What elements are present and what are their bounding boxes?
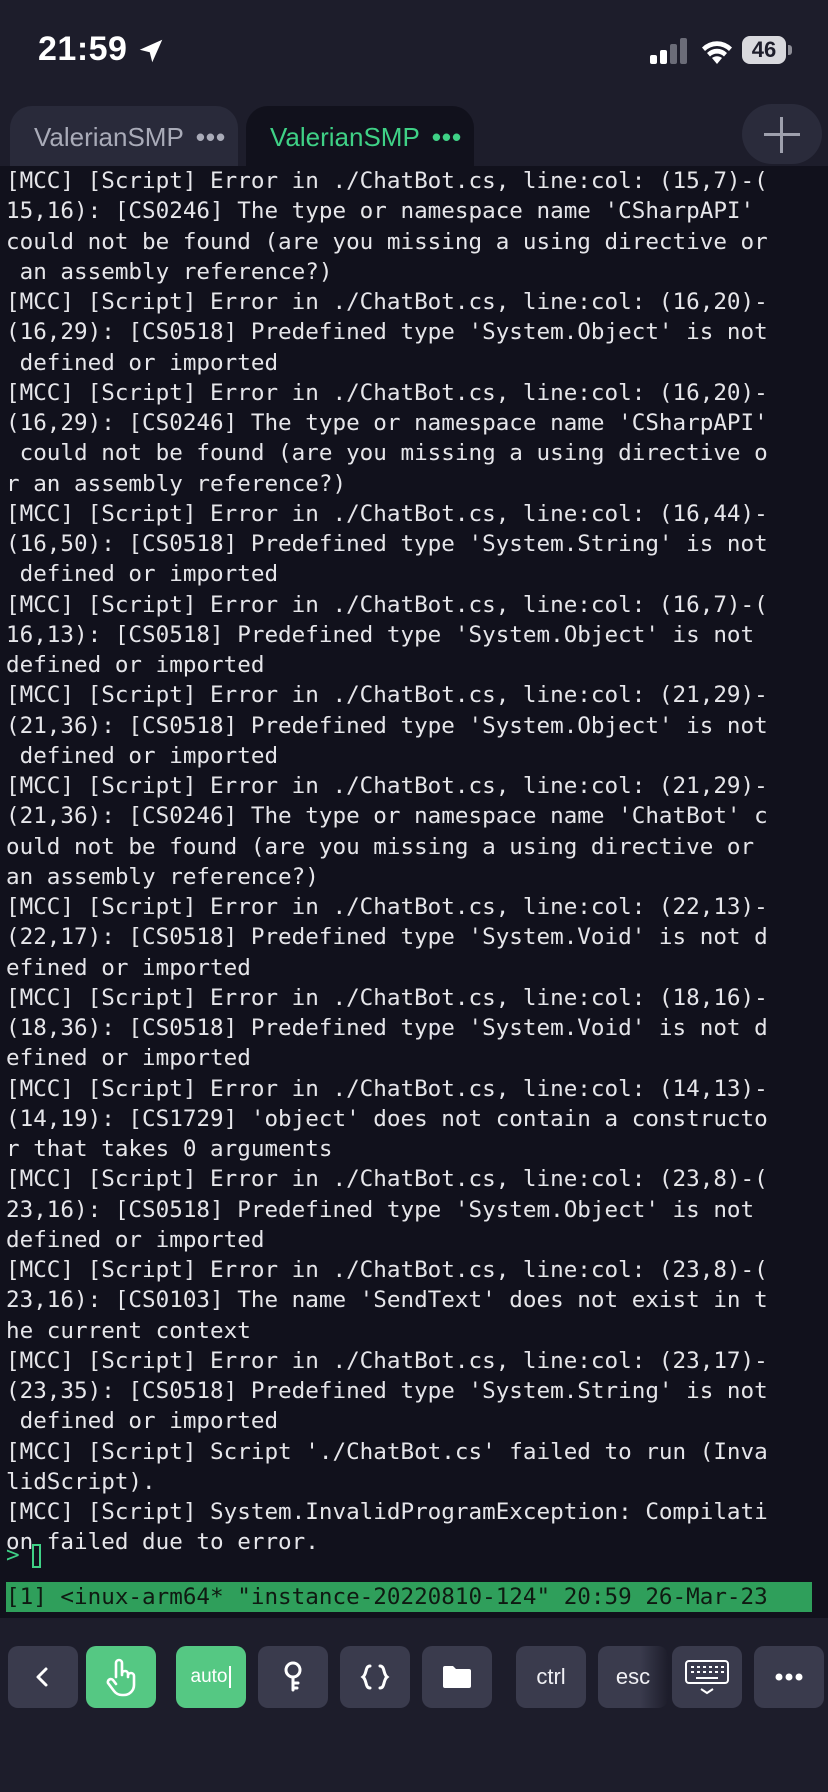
terminal-line: an assembly reference?) — [6, 258, 333, 285]
terminal-line: (16,50): [CS0518] Predefined type 'Syste… — [6, 531, 768, 557]
tab-menu-icon[interactable]: ••• — [432, 122, 462, 152]
terminal-line: (21,36): [CS0246] The type or namespace … — [6, 803, 768, 830]
terminal-line: [MCC] [Script] Error in ./ChatBot.cs, li… — [6, 682, 768, 709]
terminal-line: r that takes 0 arguments — [6, 1136, 333, 1162]
terminal-line: 23,16): [CS0103] The name 'SendText' doe… — [6, 1287, 768, 1314]
auto-key[interactable]: auto — [176, 1646, 246, 1708]
esc-key-label: esc — [615, 1664, 651, 1689]
terminal-line: (14,19): [CS1729] 'object' does not cont… — [6, 1105, 768, 1132]
terminal-line: [MCC] [Script] Error in ./ChatBot.cs, li… — [6, 1075, 768, 1102]
cellular-signal-icon — [650, 38, 687, 64]
terminal-line: [MCC] [Script] Error in ./ChatBot.cs, li… — [6, 289, 768, 315]
terminal-line: [MCC] [Script] Error in ./ChatBot.cs, li… — [6, 591, 768, 618]
terminal-line: (21,36): [CS0518] Predefined type 'Syste… — [6, 712, 768, 739]
key-toolbar: auto ctrl esc — [0, 1618, 828, 1792]
add-tab-button[interactable] — [742, 104, 822, 164]
terminal-line: lidScript). — [6, 1468, 156, 1495]
wifi-icon — [702, 41, 732, 64]
chevron-left-icon — [36, 1667, 48, 1687]
terminal-line: [MCC] [Script] Error in ./ChatBot.cs, li… — [6, 379, 768, 406]
terminal-line: on failed due to error. — [6, 1529, 319, 1556]
terminal-line: an assembly reference?) — [6, 863, 319, 890]
terminal-line: defined or imported — [6, 1408, 279, 1435]
tab-menu-icon[interactable]: ••• — [196, 122, 226, 152]
terminal-line: 15,16): [CS0246] The type or namespace n… — [6, 198, 755, 225]
tab-session-2[interactable]: ValerianSMP ••• — [246, 106, 474, 168]
braces-key[interactable] — [340, 1646, 410, 1708]
terminal-line: [MCC] [Script] Error in ./ChatBot.cs, li… — [6, 1166, 768, 1193]
terminal-line: efined or imported — [6, 954, 251, 981]
key-icon — [284, 1661, 302, 1692]
terminal-line: could not be found (are you missing a us… — [6, 228, 768, 255]
terminal-line: [MCC] [Script] Error in ./ChatBot.cs, li… — [6, 1257, 768, 1283]
folder-key[interactable] — [422, 1646, 492, 1708]
terminal-line: defined or imported — [6, 561, 279, 588]
terminal-output[interactable]: [MCC] [Script] Error in ./ChatBot.cs, li… — [0, 166, 828, 1618]
location-arrow-icon — [139, 39, 163, 63]
back-key[interactable] — [8, 1646, 78, 1708]
more-icon — [775, 1673, 803, 1681]
ctrl-key[interactable]: ctrl — [516, 1646, 586, 1708]
terminal-line: [MCC] [Script] Error in ./ChatBot.cs, li… — [6, 984, 768, 1011]
terminal-line: [MCC] [Script] Script './ChatBot.cs' fai… — [6, 1438, 768, 1465]
touch-key[interactable] — [86, 1646, 156, 1708]
terminal-line: defined or imported — [6, 742, 279, 769]
braces-icon — [360, 1664, 390, 1690]
terminal-line: 23,16): [CS0518] Predefined type 'System… — [6, 1196, 755, 1223]
terminal-line: defined or imported — [6, 1226, 265, 1253]
battery-level: 46 — [742, 36, 786, 64]
terminal-line: ould not be found (are you missing a usi… — [6, 833, 755, 860]
terminal-line: (16,29): [CS0518] Predefined type 'Syste… — [6, 319, 768, 346]
terminal-line: [MCC] [Script] Error in ./ChatBot.cs, li… — [6, 500, 768, 527]
terminal-line: (22,17): [CS0518] Predefined type 'Syste… — [6, 924, 768, 951]
terminal-line: efined or imported — [6, 1045, 251, 1072]
tab-label: ValerianSMP — [270, 122, 420, 152]
terminal-log: [MCC] [Script] Error in ./ChatBot.cs, li… — [0, 166, 828, 1558]
terminal-line: (18,36): [CS0518] Predefined type 'Syste… — [6, 1015, 768, 1041]
terminal-line: defined or imported — [6, 652, 265, 678]
terminal-line: 16,13): [CS0518] Predefined type 'System… — [6, 621, 755, 648]
terminal-line: [MCC] [Script] System.InvalidProgramExce… — [6, 1499, 768, 1525]
key-key[interactable] — [258, 1646, 328, 1708]
folder-icon — [443, 1666, 471, 1688]
prompt-line[interactable]: > — [6, 1540, 41, 1570]
terminal-line: (23,35): [CS0518] Predefined type 'Syste… — [6, 1378, 768, 1404]
terminal-line: could not be found (are you missing a us… — [6, 440, 768, 467]
prompt-symbol: > — [6, 1542, 20, 1568]
status-time: 21:59 — [38, 30, 128, 68]
esc-key[interactable]: esc — [598, 1646, 668, 1708]
status-bar: 21:59 46 — [0, 0, 828, 100]
terminal-line: r an assembly reference?) — [6, 470, 347, 497]
battery-icon: 46 — [742, 36, 792, 64]
terminal-line: defined or imported — [6, 349, 279, 376]
terminal-line: [MCC] [Script] Error in ./ChatBot.cs, li… — [6, 168, 768, 194]
tab-bar: ValerianSMP ••• ValerianSMP ••• — [0, 100, 828, 168]
text-cursor — [31, 1543, 41, 1568]
terminal-line: [MCC] [Script] Error in ./ChatBot.cs, li… — [6, 773, 768, 799]
ctrl-key-label: ctrl — [536, 1664, 566, 1689]
auto-key-label: auto — [191, 1666, 232, 1688]
terminal-line: he current context — [6, 1317, 251, 1344]
hand-pointer-icon — [106, 1658, 136, 1697]
terminal-line: (16,29): [CS0246] The type or namespace … — [6, 410, 768, 436]
tab-label: ValerianSMP — [34, 122, 184, 152]
tmux-status-bar: [1] <inux-arm64* "instance-20220810-124"… — [6, 1582, 812, 1612]
keyboard-icon — [685, 1660, 729, 1695]
terminal-line: [MCC] [Script] Error in ./ChatBot.cs, li… — [6, 894, 768, 920]
more-key[interactable] — [754, 1646, 824, 1708]
terminal-line: [MCC] [Script] Error in ./ChatBot.cs, li… — [6, 1347, 768, 1374]
tab-session-1[interactable]: ValerianSMP ••• — [10, 106, 238, 168]
keyboard-key[interactable] — [672, 1646, 742, 1708]
